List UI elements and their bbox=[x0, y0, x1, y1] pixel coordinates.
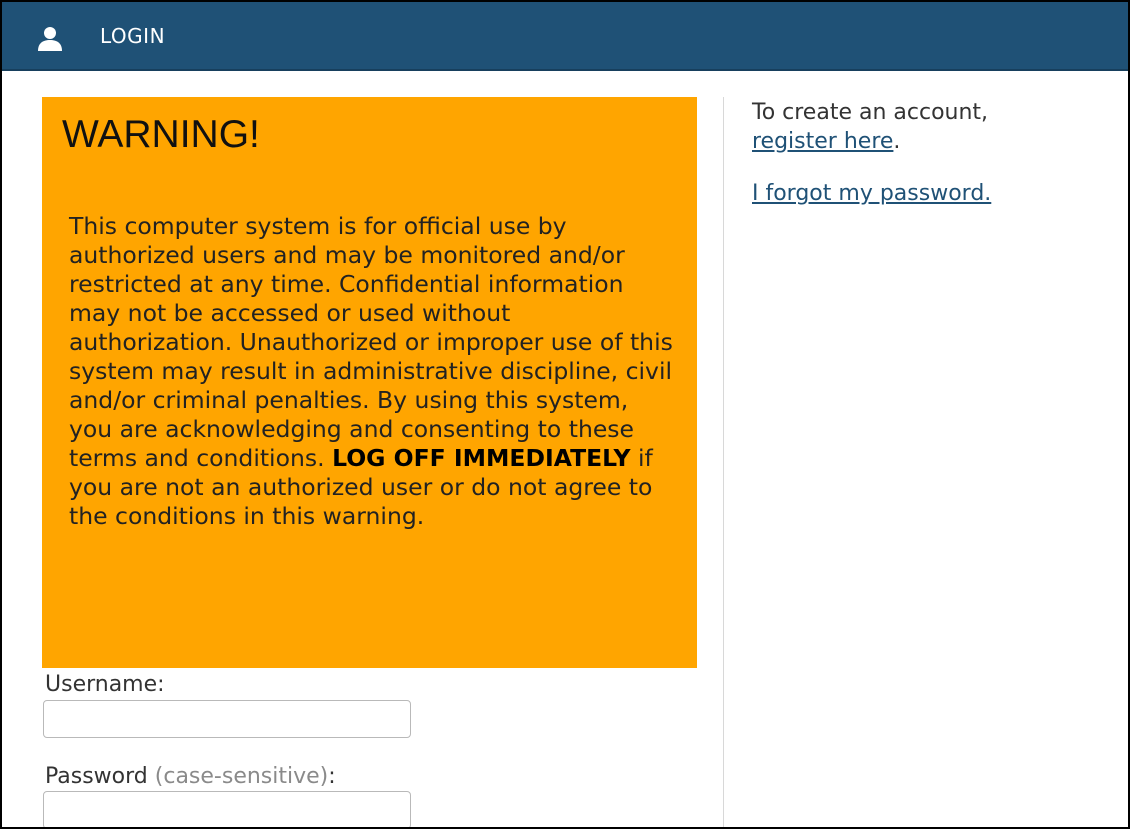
password-label-suffix: : bbox=[328, 764, 336, 789]
warning-message: This computer system is for official use… bbox=[69, 212, 674, 531]
warning-emphasis: LOG OFF IMMEDIATELY bbox=[332, 444, 631, 472]
username-input[interactable] bbox=[43, 700, 411, 738]
forgot-password-link[interactable]: I forgot my password. bbox=[752, 181, 991, 206]
account-help: To create an account, register here. bbox=[752, 98, 1122, 156]
warning-text: This computer system is for official use… bbox=[69, 212, 673, 472]
create-account-text: To create an account, bbox=[752, 100, 989, 125]
password-input[interactable] bbox=[43, 791, 411, 827]
warning-title: WARNING! bbox=[62, 113, 260, 156]
password-hint: (case-sensitive) bbox=[154, 764, 329, 789]
login-page: LOGIN WARNING! This computer system is f… bbox=[0, 0, 1130, 829]
username-label: Username: bbox=[45, 672, 165, 697]
register-link[interactable]: register here bbox=[752, 129, 893, 154]
password-label-text: Password bbox=[45, 764, 148, 789]
column-divider bbox=[723, 97, 724, 827]
register-suffix: . bbox=[893, 129, 901, 154]
password-label: Password (case-sensitive): bbox=[45, 764, 336, 789]
top-bar: LOGIN bbox=[2, 2, 1128, 71]
user-icon bbox=[38, 27, 62, 51]
page-title: LOGIN bbox=[100, 24, 166, 48]
warning-banner: WARNING! This computer system is for off… bbox=[42, 97, 697, 668]
